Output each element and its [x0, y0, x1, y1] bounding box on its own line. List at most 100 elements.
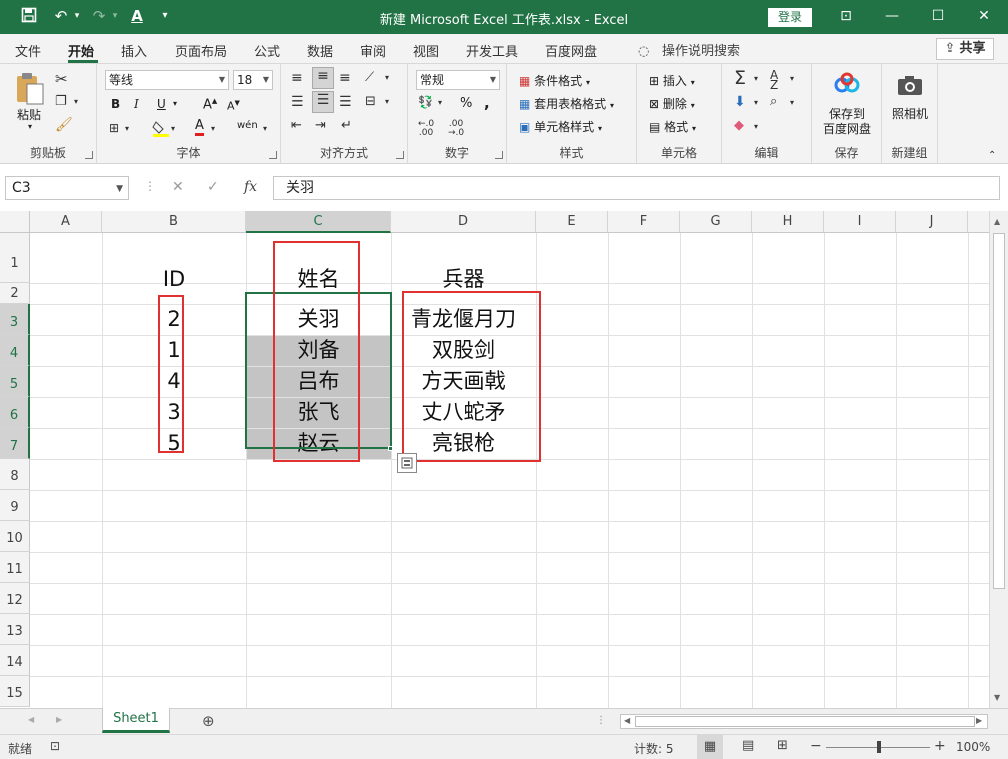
zoom-in-button[interactable]: + [934, 738, 946, 754]
percent-button[interactable]: % [460, 96, 472, 111]
shrink-font-button[interactable]: A▼ [227, 99, 240, 113]
grow-font-button[interactable]: A▲ [203, 97, 217, 112]
tab-file[interactable]: 文件 [15, 41, 41, 60]
close-icon[interactable]: ✕ [972, 6, 996, 26]
scroll-left-icon[interactable]: ◀ [624, 716, 630, 725]
orientation-dropdown-icon[interactable]: ▾ [385, 73, 389, 82]
number-launcher-icon[interactable] [495, 151, 503, 159]
comma-button[interactable]: , [484, 94, 490, 112]
phonetic-button[interactable]: wén [237, 120, 258, 131]
scroll-down-icon[interactable]: ▼ [994, 693, 1000, 702]
font-color-dropdown-icon[interactable]: ▾ [211, 124, 215, 133]
row-header-10[interactable]: 10 [0, 521, 30, 552]
scroll-sheets-left-icon[interactable]: ◀ [28, 715, 34, 724]
paste-icon[interactable] [14, 72, 46, 105]
align-center-icon[interactable]: ☰ [312, 91, 334, 113]
align-top-icon[interactable]: ≡ [291, 70, 303, 86]
column-header-d[interactable]: D [391, 211, 536, 233]
scroll-sheets-right-icon[interactable]: ▶ [56, 715, 62, 724]
underline-dropdown-icon[interactable]: ▾ [173, 99, 177, 108]
cut-icon[interactable]: ✂ [55, 70, 68, 88]
decrease-indent-icon[interactable]: ⇤ [291, 118, 302, 133]
camera-icon[interactable] [896, 74, 924, 98]
clipboard-launcher-icon[interactable] [85, 151, 93, 159]
phonetic-dropdown-icon[interactable]: ▾ [263, 124, 267, 133]
align-bottom-icon[interactable]: ≡ [339, 70, 351, 86]
tab-data[interactable]: 数据 [307, 41, 333, 60]
decrease-decimal-icon[interactable]: .00 →.0 [448, 120, 464, 138]
font-size-select[interactable]: 18 ▼ [233, 70, 273, 90]
paste-dropdown-icon[interactable]: ▾ [28, 122, 32, 131]
find-select-icon[interactable]: ⌕ [770, 94, 777, 109]
autosum-dropdown-icon[interactable]: ▾ [754, 74, 758, 83]
bold-button[interactable]: B [111, 97, 120, 111]
align-middle-icon[interactable]: ≡ [312, 67, 334, 89]
font-family-select[interactable]: 等线 ▼ [105, 70, 229, 90]
row-header-15[interactable]: 15 [0, 676, 30, 707]
row-header-9[interactable]: 9 [0, 490, 30, 521]
paste-button[interactable]: 粘贴 [17, 106, 41, 123]
ribbon-display-icon[interactable]: ⊡ [834, 6, 858, 26]
vertical-scrollbar[interactable]: ▲ ▼ [989, 211, 1008, 708]
row-header-2[interactable]: 2 [0, 283, 30, 304]
camera-button[interactable]: 照相机 [882, 105, 938, 122]
column-header-b[interactable]: B [102, 211, 246, 233]
row-header-7[interactable]: 7 [0, 428, 30, 459]
column-header-h[interactable]: H [752, 211, 824, 233]
save-to-baidu-line2[interactable]: 百度网盘 [812, 120, 882, 137]
sort-filter-icon[interactable]: AZ [770, 69, 778, 91]
add-sheet-icon[interactable]: ⊕ [202, 712, 215, 730]
clear-icon[interactable]: ◆ [734, 118, 744, 133]
font-color-button[interactable]: A [195, 119, 204, 136]
row-header-5[interactable]: 5 [0, 366, 30, 397]
font-launcher-icon[interactable] [269, 151, 277, 159]
sheet-tab-sheet1[interactable]: Sheet1 [102, 708, 170, 733]
underline-button[interactable]: U [157, 97, 166, 111]
insert-function-icon[interactable]: fx [244, 179, 257, 195]
cell-styles-button[interactable]: ▣ 单元格样式 ▾ [519, 118, 602, 135]
scroll-right-icon[interactable]: ▶ [976, 716, 982, 725]
more-options-icon[interactable]: ⋮ [144, 179, 156, 193]
borders-icon[interactable]: ⊞ [109, 121, 119, 135]
row-header-14[interactable]: 14 [0, 645, 30, 676]
row-header-8[interactable]: 8 [0, 459, 30, 490]
page-break-view-icon[interactable]: ⊞ [777, 738, 788, 753]
orientation-icon[interactable]: ⟋ [365, 70, 374, 85]
normal-view-icon[interactable]: ▦ [697, 735, 723, 759]
tab-page-layout[interactable]: 页面布局 [175, 41, 227, 60]
row-header-13[interactable]: 13 [0, 614, 30, 645]
formula-input[interactable]: 关羽 [273, 176, 1000, 200]
accounting-dropdown-icon[interactable]: ▾ [438, 98, 442, 107]
column-header-e[interactable]: E [536, 211, 608, 233]
row-header-3[interactable]: 3 [0, 304, 30, 335]
format-painter-icon[interactable]: 🖌 [55, 117, 73, 133]
maximize-icon[interactable]: ☐ [926, 6, 950, 26]
minimize-icon[interactable]: — [880, 6, 904, 26]
tab-baidu-netdisk[interactable]: 百度网盘 [545, 41, 597, 60]
zoom-out-button[interactable]: − [810, 738, 822, 754]
baidu-netdisk-icon[interactable] [834, 72, 860, 98]
merge-dropdown-icon[interactable]: ▾ [385, 97, 389, 106]
cell-b2[interactable]: ID [102, 264, 246, 294]
align-left-icon[interactable]: ☰ [291, 94, 304, 110]
login-button[interactable]: 登录 [768, 8, 812, 27]
wrap-text-icon[interactable]: ↵ [341, 118, 352, 133]
row-header-12[interactable]: 12 [0, 583, 30, 614]
tab-formulas[interactable]: 公式 [254, 41, 280, 60]
insert-cells-button[interactable]: ⊞ 插入 ▾ [649, 72, 695, 89]
merge-center-icon[interactable]: ⊟ [365, 94, 376, 109]
macro-record-icon[interactable]: ⊡ [50, 739, 60, 753]
sort-dropdown-icon[interactable]: ▾ [790, 74, 794, 83]
share-button[interactable]: ⇪ 共享 [936, 38, 994, 60]
vertical-scroll-thumb[interactable] [993, 233, 1005, 589]
row-header-11[interactable]: 11 [0, 552, 30, 583]
conditional-format-button[interactable]: ▦ 条件格式 ▾ [519, 72, 590, 89]
cancel-icon[interactable]: ✕ [172, 179, 184, 195]
increase-decimal-icon[interactable]: ←.0.00 [418, 120, 434, 138]
tab-view[interactable]: 视图 [413, 41, 439, 60]
collapse-ribbon-icon[interactable]: ⌃ [988, 150, 996, 161]
format-cells-button[interactable]: ▤ 格式 ▾ [649, 118, 696, 135]
cell-d2[interactable]: 兵器 [391, 264, 536, 294]
copy-dropdown-icon[interactable]: ▾ [74, 97, 78, 106]
copy-icon[interactable]: ❐ [55, 94, 67, 109]
